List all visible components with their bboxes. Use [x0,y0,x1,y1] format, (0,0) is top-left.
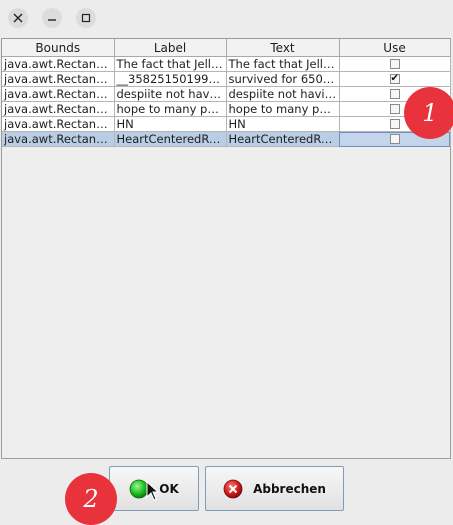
column-header-use[interactable]: Use [339,39,451,57]
label-cell[interactable]: HN [114,116,227,132]
cancel-label: Abbrechen [253,481,326,496]
close-button[interactable] [8,8,28,28]
label-cell[interactable]: HeartCenteredRe... [114,131,227,147]
table-row[interactable]: java.awt.Rectangl... HN HN [2,116,451,132]
use-checkbox[interactable] [389,58,400,69]
label-cell[interactable]: __358251501994... [114,71,227,87]
label-cell[interactable]: hope to many peo... [114,101,227,117]
ok-label: OK [159,481,179,496]
table-body: java.awt.Rectangl... The fact that Jelly… [2,56,451,147]
use-checkbox[interactable] [389,133,400,144]
minimize-button[interactable] [42,8,62,28]
use-checkbox[interactable] [389,103,400,114]
annotation-badge-2: 2 [65,473,117,525]
use-checkbox[interactable] [389,88,400,99]
table-grid: Bounds Label Text Use java.awt.Rectangl.… [2,39,451,147]
bounds-cell[interactable]: java.awt.Rectangl... [2,131,115,147]
mouse-cursor-icon [146,481,160,501]
text-cell[interactable]: HN [226,116,340,132]
maximize-button[interactable] [76,8,96,28]
elements-table[interactable]: Bounds Label Text Use java.awt.Rectangl.… [1,38,451,459]
use-checkbox[interactable]: ✔ [389,73,400,84]
maximize-icon [81,13,91,23]
column-header-bounds[interactable]: Bounds [2,39,115,57]
cancel-button[interactable]: Abbrechen [205,466,344,511]
table-header: Bounds Label Text Use [2,39,451,57]
table-row[interactable]: java.awt.Rectangl... hope to many peo...… [2,101,451,117]
table-row[interactable]: java.awt.Rectangl... despiite not havin.… [2,86,451,102]
table-row[interactable]: java.awt.Rectangl... The fact that Jelly… [2,56,451,72]
text-cell[interactable]: HeartCenteredRe... [226,131,340,147]
use-cell[interactable] [339,56,451,72]
text-cell[interactable]: despiite not havin... [226,86,340,102]
bounds-cell[interactable]: java.awt.Rectangl... [2,86,115,102]
label-cell[interactable]: despiite not havin... [114,86,227,102]
column-header-label[interactable]: Label [114,39,227,57]
cancel-icon [223,479,243,499]
bounds-cell[interactable]: java.awt.Rectangl... [2,71,115,87]
text-cell[interactable]: hope to many peo... [226,101,340,117]
text-cell[interactable]: survived for 650 ... [226,71,340,87]
bounds-cell[interactable]: java.awt.Rectangl... [2,56,115,72]
table-row[interactable]: java.awt.Rectangl... __358251501994... s… [2,71,451,87]
bounds-cell[interactable]: java.awt.Rectangl... [2,116,115,132]
minimize-icon [48,19,56,21]
close-icon [13,13,23,23]
text-cell[interactable]: The fact that Jellyf... [226,56,340,72]
use-checkbox[interactable] [389,118,400,129]
column-header-text[interactable]: Text [226,39,340,57]
title-bar [0,0,453,36]
bounds-cell[interactable]: java.awt.Rectangl... [2,101,115,117]
annotation-badge-1: 1 [404,87,453,139]
label-cell[interactable]: The fact that Jellyf... [114,56,227,72]
use-cell[interactable]: ✔ [339,71,451,87]
table-row[interactable]: java.awt.Rectangl... HeartCenteredRe... … [2,131,451,147]
